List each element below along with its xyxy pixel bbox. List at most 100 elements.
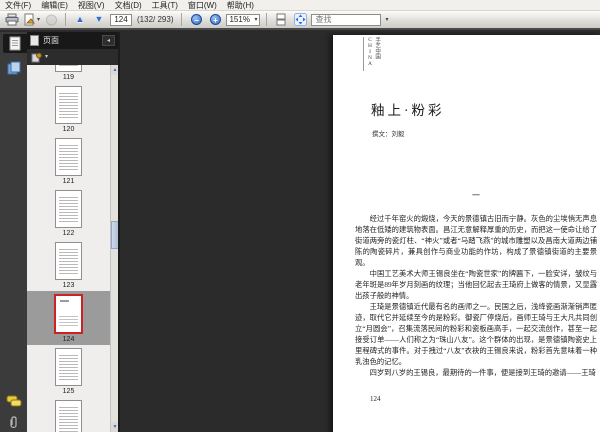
thumbnail-list: 119 120 121 122 123 124 125 126 (27, 65, 110, 432)
scrolling-mode-button[interactable] (273, 12, 289, 27)
pages-panel-header: 页面 ◂ (27, 32, 118, 49)
page-thumbnail-icon (30, 35, 39, 46)
document-page: 手艺中国 CHINA 釉上·粉彩 撰文：刘毅 一 经过千年窑火的煅烧，今天的景德… (333, 35, 600, 432)
side-header-english: CHINA (367, 37, 374, 67)
attachments-panel-button[interactable] (4, 412, 23, 431)
scrollbar-down-button[interactable]: ▼ (111, 422, 118, 432)
menu-item[interactable]: 帮助(H) (227, 0, 254, 11)
thumbnails-options-bar: ▾ (27, 49, 118, 65)
menu-item[interactable]: 工具(T) (152, 0, 178, 11)
thumbnail-page-number: 120 (62, 126, 75, 133)
zoom-out-icon: − (190, 14, 202, 25)
thumbnail-list-area: 119 120 121 122 123 124 125 126 (27, 65, 118, 432)
export-button[interactable]: ▾ (23, 12, 40, 27)
zoom-in-button[interactable]: + (207, 12, 223, 27)
main-area: 页面 ◂ ▾ 119 120 121 122 123 124 125 ▲ ▼ 手… (0, 32, 600, 432)
review-button (43, 12, 59, 27)
zoom-level-select[interactable]: 151% ▾ (226, 13, 261, 26)
thumbnail-image (55, 190, 82, 228)
body-paragraph: 四岁到八岁的王锡良，最期待的一件事，便是接到王琦的邀请——王琦 (369, 368, 596, 377)
find-input[interactable] (311, 13, 382, 26)
menu-items: 文件(F) 编辑(E) 视图(V) 文档(D) 工具(T) 窗口(W) 帮助(H) (5, 0, 254, 11)
thumbnail-scrollbar[interactable]: ▲ ▼ (110, 65, 118, 432)
print-button[interactable] (4, 12, 20, 27)
menu-bar: 文件(F) 编辑(E) 视图(V) 文档(D) 工具(T) 窗口(W) 帮助(H) (0, 0, 600, 11)
body-paragraph: 经过千年窑火的煅烧，今天的景德镇古旧而宁静。灰色的尘埃悄无声息地落在低矮的建筑物… (355, 214, 597, 267)
body-paragraph: 王琦是景德镇近代最有名的画师之一。民国之后，浅绛瓷画渐渐销声匿迹，取代它并延续至… (355, 302, 597, 366)
panel-title: 页面 (43, 36, 59, 45)
chevron-down-icon: ▾ (45, 54, 49, 60)
page-count-label: (132/ 293) (137, 15, 174, 24)
find-options-chevron-icon[interactable]: ▾ (385, 17, 388, 23)
thumbnail-page-number: 121 (62, 178, 75, 185)
thumbnail-page-number: 119 (62, 74, 75, 81)
page-side-header: 手艺中国 CHINA (363, 37, 380, 71)
thumbnail-options-button[interactable]: ▾ (31, 52, 48, 63)
thumbnail-image (55, 400, 82, 432)
arrow-up-icon: ▲ (75, 14, 85, 24)
menu-item[interactable]: 编辑(E) (41, 0, 68, 11)
body-paragraph: 中国工艺美术大师王锡良坐在“陶瓷世家”的牌匾下，一脸安详，皱纹与老年斑是89年岁… (355, 269, 597, 300)
menu-item[interactable]: 文件(F) (5, 0, 31, 11)
page-thumbnail[interactable]: 124 (27, 291, 110, 345)
article-title: 釉上·粉彩 (371, 103, 445, 118)
page-thumbnail[interactable]: 125 (27, 345, 110, 397)
section-mark: 一 (472, 191, 480, 200)
page-thumbnail[interactable]: 120 (27, 83, 110, 135)
zoom-out-button[interactable]: − (188, 12, 204, 27)
thumbnail-image (55, 65, 82, 72)
paperclip-icon (8, 414, 20, 429)
previous-page-button[interactable]: ▲ (72, 12, 88, 27)
thumbnail-page-number: 122 (62, 230, 75, 237)
scroll-up-icon: ▲ (112, 66, 118, 73)
article-byline: 撰文：刘毅 (372, 131, 405, 138)
toolbar-separator (266, 13, 268, 26)
document-view[interactable]: 手艺中国 CHINA 釉上·粉彩 撰文：刘毅 一 经过千年窑火的煅烧，今天的景德… (120, 32, 600, 432)
thumbnail-page-number: 123 (62, 282, 75, 289)
page-thumbnail[interactable]: 121 (27, 135, 110, 187)
pages-panel-button[interactable] (3, 34, 27, 53)
dynamic-zoom-button[interactable] (292, 12, 308, 27)
page-thumbnail[interactable]: 123 (27, 239, 110, 291)
thumbnail-page-number: 124 (62, 336, 75, 343)
article-body: 经过千年窑火的煅烧，今天的景德镇古旧而宁静。灰色的尘埃悄无声息地落在低矮的建筑物… (355, 213, 597, 378)
toolbar-separator (181, 13, 183, 26)
side-header-chinese: 手艺中国 (374, 37, 381, 59)
chevron-down-icon: ▾ (254, 16, 258, 23)
scrollbar-thumb[interactable] (111, 221, 118, 249)
menu-item[interactable]: 窗口(W) (188, 0, 217, 11)
page-thumbnail[interactable]: 119 (27, 65, 110, 83)
review-comment-icon (45, 14, 58, 26)
scroll-down-icon: ▼ (112, 423, 118, 430)
layers-icon (7, 61, 21, 75)
arrow-down-icon: ▼ (94, 14, 104, 24)
thumbnail-image (55, 138, 82, 176)
layers-panel-button[interactable] (4, 58, 23, 77)
export-document-icon (23, 13, 36, 26)
panel-collapse-button[interactable]: ◂ (102, 35, 115, 46)
next-page-button[interactable]: ▼ (91, 12, 107, 27)
scrollbar-up-button[interactable]: ▲ (111, 65, 118, 75)
toolbar: ▾ ▲ ▼ (132/ 293) − + 151% ▾ (0, 11, 600, 30)
toolbar-separator (65, 13, 67, 26)
printer-icon (5, 13, 19, 26)
thumbnail-page-number: 125 (62, 388, 75, 395)
pages-icon (9, 36, 22, 51)
page-thumbnail[interactable]: 126 (27, 397, 110, 432)
page-number: 124 (370, 395, 381, 403)
page-thumbnail[interactable]: 122 (27, 187, 110, 239)
page-scroll-icon (275, 13, 287, 26)
thumbnail-image (55, 348, 82, 386)
zoom-in-icon: + (209, 14, 221, 25)
comments-icon (6, 395, 22, 408)
pages-panel: 页面 ◂ ▾ 119 120 121 122 123 124 125 ▲ ▼ (27, 32, 120, 432)
pdf-reader-window: 文件(F) 编辑(E) 视图(V) 文档(D) 工具(T) 窗口(W) 帮助(H) ▾ ▲ … (0, 0, 600, 432)
comments-panel-button[interactable] (4, 392, 23, 411)
thumbnail-image (54, 294, 83, 334)
chevron-down-icon: ▾ (37, 16, 41, 23)
menu-item[interactable]: 文档(D) (115, 0, 142, 11)
menu-item[interactable]: 视图(V) (78, 0, 105, 11)
thumbnail-image (55, 86, 82, 124)
zoom-level-value: 151% (229, 15, 250, 24)
page-number-input[interactable] (110, 13, 133, 26)
